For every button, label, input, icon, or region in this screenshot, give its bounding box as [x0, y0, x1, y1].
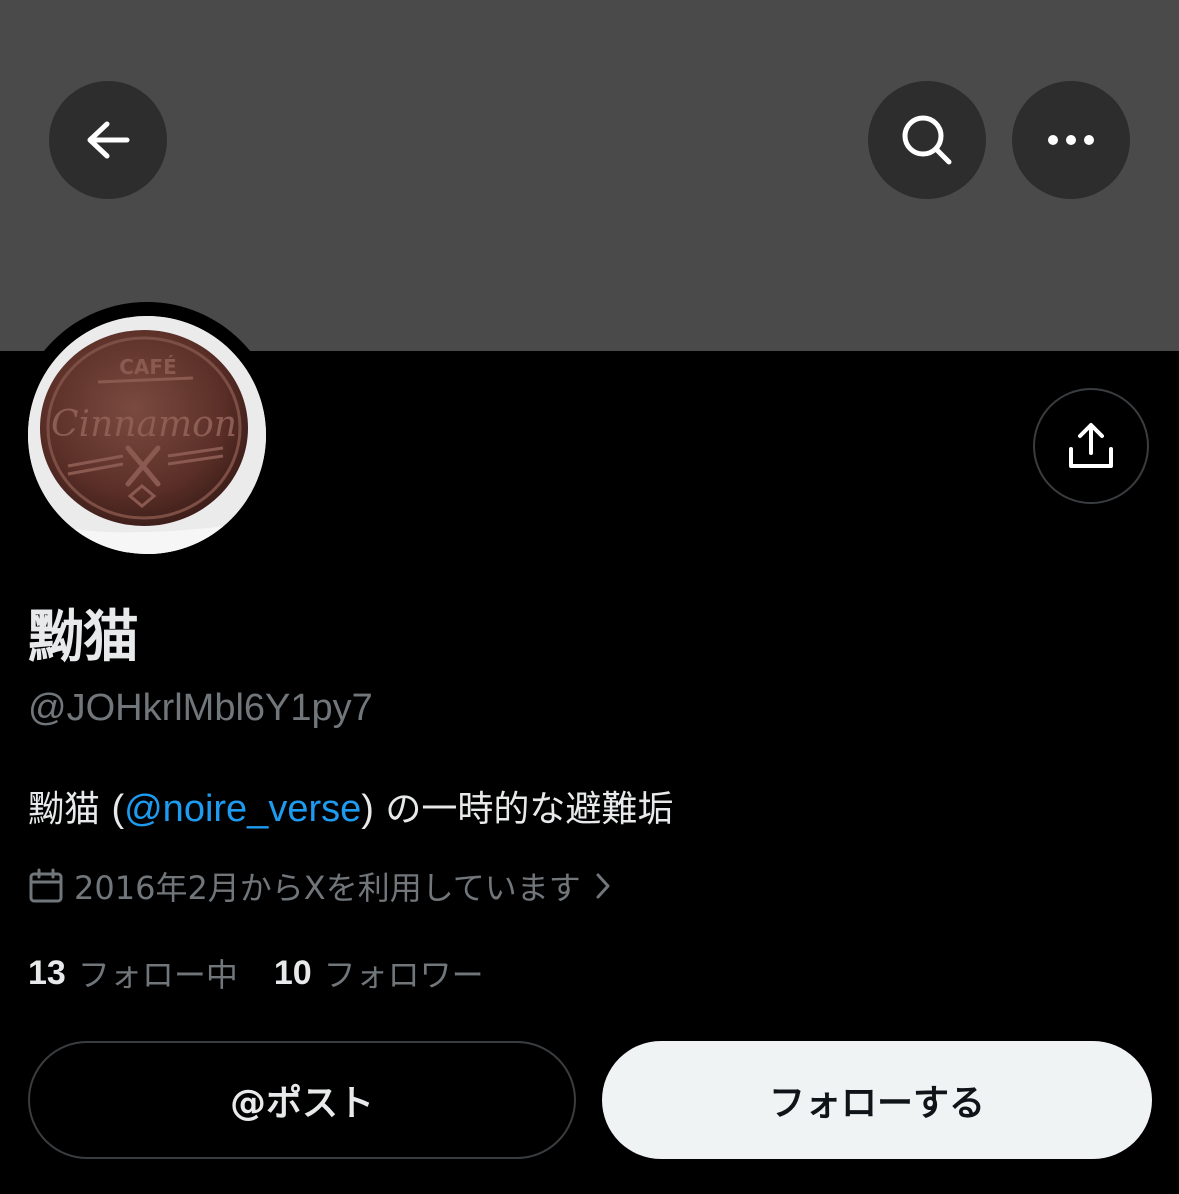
- avatar[interactable]: CAFÉ Cinnamon: [28, 316, 266, 554]
- avatar-logo-text: Cinnamon: [51, 404, 237, 445]
- post-mention-label: @ポスト: [229, 1083, 374, 1124]
- joined-date-row[interactable]: 2016年2月からXを利用しています: [28, 864, 611, 908]
- search-button[interactable]: [868, 81, 986, 199]
- back-button[interactable]: [49, 81, 167, 199]
- bio-mention-link[interactable]: @noire_verse: [124, 788, 361, 830]
- followers-label[interactable]: フォロワー: [324, 950, 484, 996]
- follow-stats: 13 フォロー中 10 フォロワー: [28, 950, 484, 996]
- share-button[interactable]: [1033, 388, 1149, 504]
- follow-button[interactable]: フォローする: [602, 1041, 1152, 1159]
- more-button[interactable]: [1012, 81, 1130, 199]
- user-handle: @JOHkrlMbl6Y1py7: [28, 687, 373, 729]
- bio-suffix: の一時的な避難垢: [373, 789, 674, 830]
- post-mention-button[interactable]: @ポスト: [28, 1041, 576, 1159]
- more-horizontal-icon: [1047, 134, 1095, 146]
- arrow-left-icon: [85, 120, 131, 160]
- bio-prefix: 黝猫: [28, 789, 112, 830]
- joined-date-text: 2016年2月からXを利用しています: [74, 869, 581, 907]
- display-name: 黝猫: [28, 605, 139, 670]
- chocolate-coin-avatar: CAFÉ Cinnamon: [28, 316, 266, 554]
- following-label[interactable]: フォロー中: [78, 950, 238, 996]
- bio: 黝猫 (@noire_verse) の一時的な避難垢: [28, 785, 673, 834]
- calendar-icon: [28, 868, 64, 904]
- bio-paren-close: ): [361, 788, 374, 830]
- svg-text:CAFÉ: CAFÉ: [119, 355, 176, 379]
- followers-count[interactable]: 10: [274, 954, 312, 993]
- follow-label: フォローする: [768, 1083, 985, 1124]
- share-icon: [1066, 421, 1116, 471]
- search-icon: [900, 113, 954, 167]
- following-count[interactable]: 13: [28, 954, 66, 993]
- bio-paren-open: (: [111, 788, 125, 830]
- profile-banner[interactable]: [0, 0, 1179, 351]
- chevron-right-icon: [595, 872, 611, 900]
